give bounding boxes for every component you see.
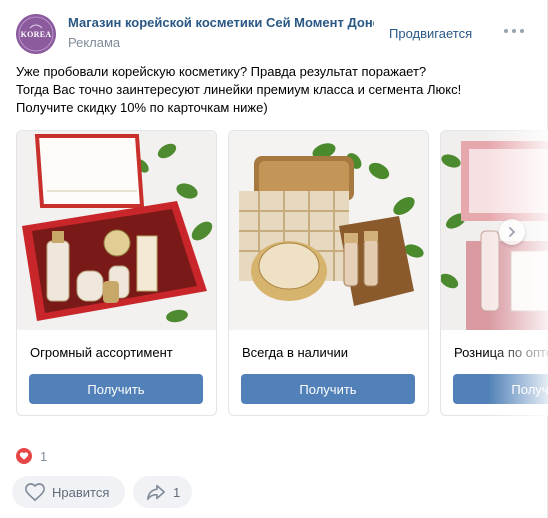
- likes-summary[interactable]: 1: [16, 447, 47, 465]
- product-carousel: Огромный ассортимент Получить Всегда в н…: [16, 130, 548, 416]
- more-dot: [520, 29, 524, 33]
- carousel-next-button[interactable]: [499, 219, 525, 245]
- get-button[interactable]: Получить: [29, 374, 203, 404]
- share-button[interactable]: 1: [133, 476, 192, 508]
- carousel-card[interactable]: Огромный ассортимент Получить: [16, 130, 217, 416]
- promoted-label[interactable]: Продвигается: [389, 26, 472, 41]
- post-text: Уже пробовали корейскую косметику? Правд…: [16, 63, 516, 117]
- heart-badge-icon: [16, 448, 32, 464]
- card-title: Огромный ассортимент: [30, 345, 173, 360]
- share-icon: [147, 484, 165, 501]
- card-image-gift-box[interactable]: [17, 131, 216, 330]
- carousel-fade: [488, 130, 548, 416]
- post-text-line: Получите скидку 10% по карточкам ниже): [16, 100, 268, 115]
- ad-post: KOREA Магазин корейской косметики Сей Мо…: [0, 0, 548, 518]
- share-count: 1: [173, 484, 181, 500]
- more-dot: [512, 29, 516, 33]
- like-button[interactable]: Нравится: [12, 476, 125, 508]
- community-avatar[interactable]: KOREA: [16, 14, 56, 54]
- like-label: Нравится: [52, 484, 110, 500]
- post-text-line: Тогда Вас точно заинтересуют линейки пре…: [16, 82, 462, 97]
- likes-count: 1: [40, 448, 48, 464]
- more-dot: [504, 29, 508, 33]
- chevron-right-icon: [509, 227, 515, 237]
- community-name-link[interactable]: Магазин корейской косметики Сей Момент Д…: [68, 15, 374, 30]
- ad-label: Реклама: [68, 35, 121, 50]
- card-image-cosmetics-set[interactable]: [229, 131, 428, 330]
- get-button[interactable]: Получить: [241, 374, 415, 404]
- more-options-icon[interactable]: [504, 24, 524, 38]
- card-title: Всегда в наличии: [242, 345, 349, 360]
- heart-icon: [25, 483, 45, 502]
- carousel-card[interactable]: Всегда в наличии Получить: [228, 130, 429, 416]
- post-text-line: Уже пробовали корейскую косметику? Правд…: [16, 64, 427, 79]
- avatar-logo-text: KOREA: [20, 29, 52, 39]
